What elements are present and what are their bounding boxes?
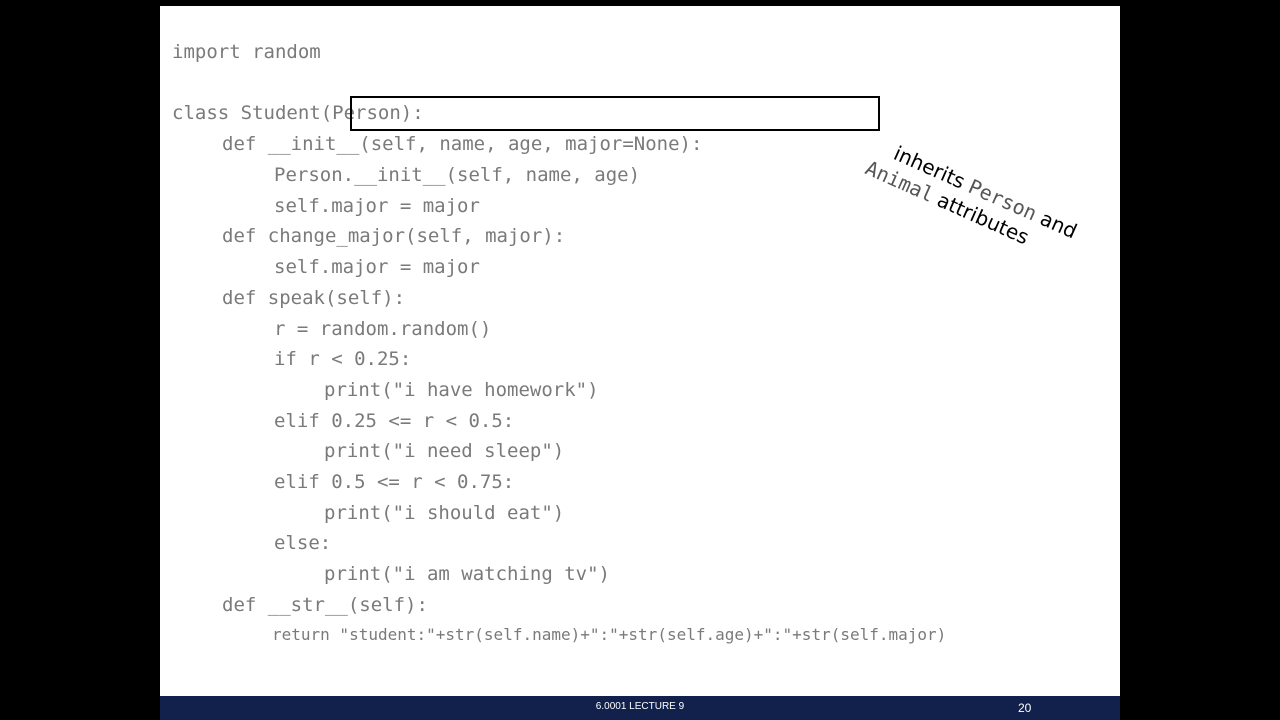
code-line-self-major-2: self.major = major [274,256,480,278]
slide: import random class Student(Person): def… [160,6,1120,720]
code-line-return: return "student:"+str(self.name)+":"+str… [272,625,947,644]
footer-lecture-title: 6.0001 LECTURE 9 [595,701,685,712]
footer-page-number: 20 [1018,701,1032,715]
footer-bar: 6.0001 LECTURE 9 20 [160,696,1120,720]
code-line-self-major: self.major = major [274,195,480,217]
code-line-print-homework: print("i have homework") [324,379,599,401]
code-line-elif-2: elif 0.5 <= r < 0.75: [274,471,515,493]
code-line-speak-def: def speak(self): [222,287,406,309]
code-line-change-major-def: def change_major(self, major): [222,225,566,247]
code-line-random: r = random.random() [274,318,492,340]
person-highlight-box [350,96,880,131]
code-line-import: import random [172,41,321,63]
code-line-print-tv: print("i am watching tv") [324,563,610,585]
code-line-str-def: def __str__(self): [222,594,428,616]
code-line-if: if r < 0.25: [274,348,412,370]
code-line-person-init: Person.__init__(self, name, age) [274,164,641,186]
code-line-print-sleep: print("i need sleep") [324,440,565,462]
code-line-print-eat: print("i should eat") [324,502,565,524]
inheritance-annotation: inherits Person and Animal attributes [862,141,1110,280]
code-line-else: else: [274,532,332,554]
code-line-elif-1: elif 0.25 <= r < 0.5: [274,410,515,432]
code-line-init-def: def __init__(self, name, age, major=None… [222,133,703,155]
